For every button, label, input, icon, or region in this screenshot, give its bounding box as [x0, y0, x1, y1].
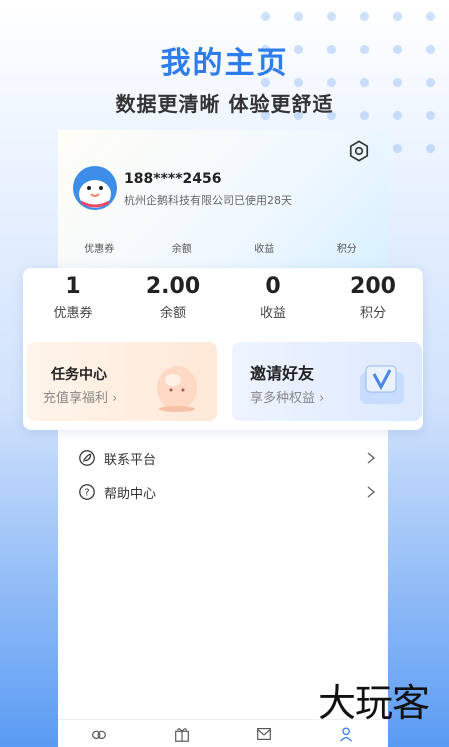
- stat-points[interactable]: 200 积分: [323, 274, 423, 321]
- stat-label: 积分: [359, 306, 386, 321]
- invite-subtitle: 享多种权益 ›: [250, 391, 325, 406]
- profile-icon[interactable]: [338, 725, 356, 743]
- invite-badge-icon: [360, 365, 404, 404]
- profile-header: 188****2456 杭州企鹅科技有限公司已使用28天 优惠券 余额 收益 积…: [58, 130, 388, 270]
- stat-balance[interactable]: 2.00 余额: [123, 274, 223, 321]
- stat-coupons[interactable]: 1 优惠券: [23, 274, 123, 321]
- avatar[interactable]: [73, 166, 117, 210]
- watermark-logo: 大玩客: [317, 681, 430, 725]
- user-phone: 188****2456: [124, 171, 222, 187]
- gift-icon[interactable]: [173, 725, 191, 743]
- task-center-card[interactable]: 任务中心 充值享福利 ›: [27, 342, 217, 421]
- leaf-icon: [79, 450, 95, 466]
- penguin-avatar-icon: [79, 180, 111, 208]
- mini-stats-row: 优惠券 余额 收益 积分: [58, 240, 388, 255]
- company-usage: 杭州企鹅科技有限公司已使用28天: [124, 194, 292, 207]
- stat-earnings[interactable]: 0 收益: [223, 274, 323, 321]
- menu-item-label: 帮助中心: [104, 486, 157, 502]
- menu-item-label: 联系平台: [104, 452, 157, 468]
- phone-screen: 188****2456 杭州企鹅科技有限公司已使用28天 优惠券 余额 收益 积…: [58, 130, 388, 747]
- question-icon: ?: [79, 484, 95, 500]
- home-icon[interactable]: [90, 725, 108, 743]
- mini-stat-label: 余额: [171, 244, 192, 255]
- stat-label: 收益: [259, 306, 286, 321]
- egg-mascot-icon: [157, 366, 197, 412]
- chevron-right-icon: [367, 486, 376, 498]
- mail-icon[interactable]: [255, 725, 273, 743]
- stats-row: 1 优惠券 2.00 余额 0 收益 200 积分: [23, 274, 423, 321]
- stat-value: 2.00: [145, 274, 201, 299]
- menu-item-contact[interactable]: 联系平台: [78, 446, 376, 470]
- invite-friends-card[interactable]: 邀请好友 享多种权益 ›: [232, 342, 422, 421]
- promo-title: 我的主页: [160, 46, 289, 81]
- mini-stat-label: 积分: [336, 244, 357, 255]
- svg-text:?: ?: [84, 488, 89, 499]
- promo-subtitle: 数据更清晰 体验更舒适: [115, 92, 334, 116]
- chevron-right-icon: [367, 452, 376, 464]
- mini-stat-label: 收益: [254, 244, 275, 255]
- stat-value: 0: [265, 274, 281, 299]
- menu-item-help[interactable]: ? 帮助中心: [78, 480, 376, 504]
- settings-icon[interactable]: [348, 140, 370, 162]
- task-center-title: 任务中心: [51, 367, 107, 383]
- stat-label: 优惠券: [53, 306, 93, 321]
- invite-title: 邀请好友: [250, 364, 315, 383]
- stats-card: 1 优惠券 2.00 余额 0 收益 200 积分 任务中心 充值享福利 › 邀…: [23, 268, 423, 430]
- stat-value: 200: [350, 274, 396, 299]
- stat-label: 余额: [159, 306, 186, 321]
- mini-stat-label: 优惠券: [84, 244, 115, 255]
- stat-value: 1: [65, 274, 81, 299]
- task-center-subtitle: 充值享福利 ›: [43, 391, 118, 406]
